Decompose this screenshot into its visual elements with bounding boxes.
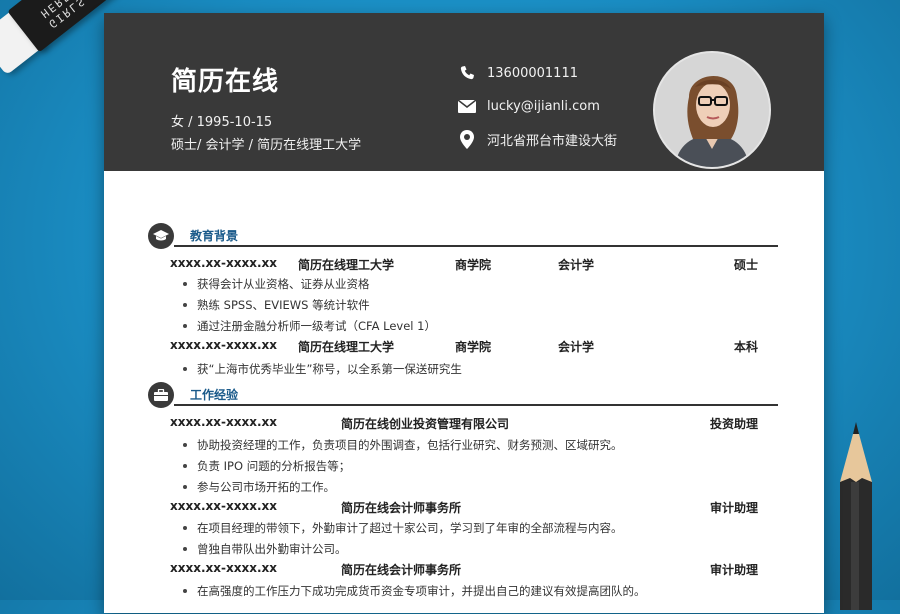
- work-date: xxxx.xx-xxxx.xx: [170, 415, 277, 429]
- work-company: 简历在线会计师事务所: [341, 501, 462, 515]
- edu-school: 简历在线理工大学: [298, 258, 395, 272]
- edu-major: 会计学: [558, 340, 595, 354]
- edu-degree: 硕士: [734, 258, 759, 272]
- work-title: 工作经验: [190, 388, 239, 402]
- resume-paper: 简历在线 女 / 1995-10-15 硕士/ 会计学 / 简历在线理工大学 1…: [104, 13, 824, 613]
- work-section-header: 工作经验: [148, 382, 778, 408]
- education-entry-1: xxxx.xx-xxxx.xx 简历在线理工大学 商学院 会计学 硕士: [170, 256, 760, 272]
- work-divider: [174, 404, 778, 406]
- edu-school: 简历在线理工大学: [298, 340, 395, 354]
- education-divider: [174, 245, 778, 247]
- pencil-decoration: [838, 420, 874, 610]
- gender-dob: 女 / 1995-10-15: [171, 115, 273, 130]
- work-position: 审计助理: [710, 501, 759, 515]
- phone-text: 13600001111: [487, 65, 578, 81]
- work-company: 简历在线创业投资管理有限公司: [341, 417, 510, 431]
- edu-faculty: 商学院: [455, 258, 492, 272]
- edu-degree: 本科: [734, 340, 759, 354]
- edu-faculty: 商学院: [455, 340, 492, 354]
- profile-photo: [653, 51, 771, 169]
- work-entry-3: xxxx.xx-xxxx.xx 简历在线会计师事务所 审计助理: [170, 561, 760, 577]
- work-position: 投资助理: [710, 417, 759, 431]
- work-company: 简历在线会计师事务所: [341, 563, 462, 577]
- phone-icon: [457, 63, 477, 83]
- edu-date: xxxx.xx-xxxx.xx: [170, 338, 277, 352]
- address-text: 河北省邢台市建设大街: [487, 133, 618, 149]
- edu-major: 会计学: [558, 258, 595, 272]
- work-position: 审计助理: [710, 563, 759, 577]
- graduation-cap-icon: [148, 223, 174, 249]
- email-text: lucky@ijianli.com: [487, 98, 600, 114]
- education-section-header: 教育背景: [148, 223, 778, 249]
- education-entry-2: xxxx.xx-xxxx.xx 简历在线理工大学 商学院 会计学 本科: [170, 338, 760, 354]
- location-pin-icon: [457, 129, 477, 149]
- work-date: xxxx.xx-xxxx.xx: [170, 561, 277, 575]
- education-title: 教育背景: [190, 229, 239, 243]
- work-date: xxxx.xx-xxxx.xx: [170, 499, 277, 513]
- candidate-name: 简历在线: [171, 67, 280, 97]
- work-entry-2: xxxx.xx-xxxx.xx 简历在线会计师事务所 审计助理: [170, 499, 760, 515]
- edu-date: xxxx.xx-xxxx.xx: [170, 256, 277, 270]
- contact-address: 河北省邢台市建设大街: [457, 129, 617, 149]
- work-entry-1: xxxx.xx-xxxx.xx 简历在线创业投资管理有限公司 投资助理: [170, 415, 760, 431]
- contact-phone: 13600001111: [457, 63, 578, 83]
- degree-line: 硕士/ 会计学 / 简历在线理工大学: [171, 138, 362, 153]
- resume-header: 简历在线 女 / 1995-10-15 硕士/ 会计学 / 简历在线理工大学 1…: [104, 13, 824, 171]
- briefcase-icon: [148, 382, 174, 408]
- mail-icon: [457, 96, 477, 116]
- contact-email: lucky@ijianli.com: [457, 96, 600, 116]
